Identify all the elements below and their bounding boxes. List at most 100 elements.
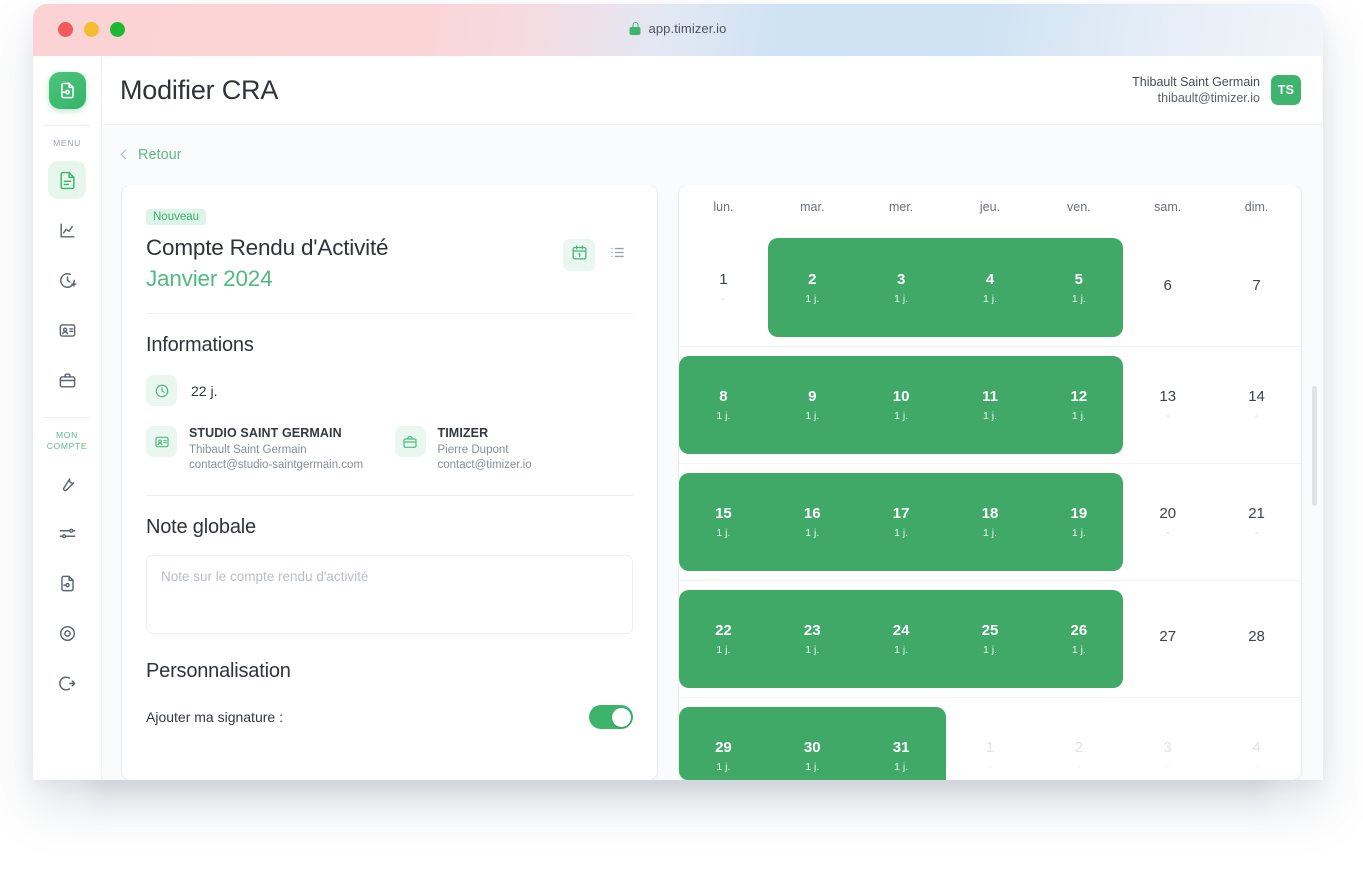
calendar-day-cell[interactable]: 5 1 j. (1034, 229, 1123, 346)
calendar-day-cell[interactable]: 9 1 j. (768, 347, 857, 463)
calendar-day-cell[interactable]: 14 - (1212, 347, 1301, 463)
signature-row: Ajouter ma signature : (146, 705, 633, 729)
contact-company: TIMIZER Pierre Dupont contact@timizer.io (394, 426, 634, 473)
document-icon (58, 171, 77, 190)
calendar-weekday-2: mer. (888, 200, 914, 214)
sidebar-item-deconnexion[interactable] (48, 664, 86, 702)
calendar-day-cell[interactable]: 30 1 j. (768, 698, 857, 780)
calendar-day-cell[interactable]: 1- (679, 229, 768, 346)
calendar-day-cell[interactable]: 1- (946, 698, 1035, 780)
briefcase-icon (394, 426, 426, 457)
calendar-day-cell[interactable]: 4 1 j. (946, 229, 1035, 346)
sidebar-item-statistiques[interactable] (48, 211, 86, 249)
browser-title-bar: app.timizer.io (33, 4, 1323, 56)
sidebar-item-missions[interactable] (48, 361, 86, 399)
calendar-day-number: 20 (1159, 505, 1177, 522)
contact-person: Thibault Saint Germain (189, 444, 307, 456)
minimize-window-button[interactable] (84, 22, 99, 37)
calendar-day-cell[interactable]: 3 1 j. (857, 229, 946, 346)
cra-heading-text: Compte Rendu d'Activité Janvier 2024 (146, 233, 389, 295)
calendar-day-number: 13 (1159, 388, 1177, 405)
maximize-window-button[interactable] (110, 22, 125, 37)
calendar-day-cell[interactable]: 29 1 j. (679, 698, 768, 780)
calendar-day-number: 2 (808, 270, 817, 288)
calendar-day-cell[interactable]: 23 1 j. (768, 581, 857, 697)
wrench-icon (58, 474, 77, 493)
calendar-day-cell[interactable]: 11 1 j. (946, 347, 1035, 463)
calendar-weekday-4: ven. (1067, 200, 1091, 214)
sidebar-item-temps[interactable] (48, 261, 86, 299)
calendar-day-cell[interactable]: 20 - (1123, 464, 1212, 580)
calendar-weekday-5: sam. (1154, 200, 1182, 214)
calendar-day-cell[interactable]: 6 (1123, 229, 1212, 346)
calendar-day-cell[interactable]: 22 1 j. (679, 581, 768, 697)
calendar-day-cell[interactable]: 17 1 j. (857, 464, 946, 580)
calendar-day-cell[interactable]: 2- (1034, 698, 1123, 780)
calendar-day-number: 6 (1163, 276, 1172, 294)
calendar-day-cell[interactable]: 13 - (1123, 347, 1212, 463)
scrollbar-thumb[interactable] (1312, 386, 1317, 506)
view-mode-toggle[interactable] (563, 239, 633, 271)
calendar-day-duration: - (721, 292, 726, 305)
calendar-day-number: 25 (981, 622, 999, 639)
calendar-week-row: 8 1 j. 9 1 j. 10 1 j. 11 1 j. 12 1 j. 13 - 14 - (679, 346, 1301, 463)
calendar-weekday-1: mar. (800, 200, 825, 214)
sidebar-item-cra[interactable] (48, 161, 86, 199)
sidebar-item-preferences[interactable] (48, 514, 86, 552)
calendar-day-duration: 1 j. (982, 527, 997, 539)
avatar[interactable]: TS (1271, 75, 1301, 105)
sidebar-item-clients[interactable] (48, 311, 86, 349)
contact-client-text: STUDIO SAINT GERMAIN Thibault Saint Germ… (189, 426, 363, 473)
calendar-day-cell[interactable]: 10 1 j. (857, 347, 946, 463)
calendar-day-cell[interactable]: 4- (1212, 698, 1301, 780)
calendar-day-cell[interactable]: 15 1 j. (679, 464, 768, 580)
calendar-day-number: 4 (985, 270, 995, 288)
user-menu[interactable]: Thibault Saint Germain thibault@timizer.… (1132, 74, 1301, 106)
calendar-day-cell[interactable]: 19 1 j. (1034, 464, 1123, 580)
sidebar-item-aide[interactable] (48, 614, 86, 652)
calendar-day-cell[interactable]: 27 (1123, 581, 1212, 697)
total-days-row: 22 j. (146, 375, 633, 406)
calendar-day-cell[interactable]: 16 1 j. (768, 464, 857, 580)
calendar-weekday-0: lun. (713, 200, 734, 214)
cra-title: Compte Rendu d'Activité (146, 235, 389, 260)
calendar-day-cell[interactable]: 2 1 j. (768, 229, 857, 346)
list-view-button[interactable] (601, 239, 633, 271)
calendar-day-cell[interactable]: 28 (1212, 581, 1301, 697)
calendar-day-cell[interactable]: 24 1 j. (857, 581, 946, 697)
calendar-day-cell[interactable]: 26 1 j. (1034, 581, 1123, 697)
back-button[interactable]: Retour (120, 147, 182, 163)
sidebar: MENU MON COMPTE (33, 56, 102, 780)
divider-informations (146, 495, 633, 496)
close-window-button[interactable] (58, 22, 73, 37)
contact-company-name: TIMIZER (437, 426, 489, 440)
url-bar[interactable]: app.timizer.io (614, 18, 743, 39)
calendar-day-cell[interactable]: 8 1 j. (679, 347, 768, 463)
calendar-day-number: 28 (1248, 628, 1265, 645)
calendar-day-cell[interactable]: 31 1 j. (857, 698, 946, 780)
calendar-day-duration: 1 j. (805, 292, 820, 305)
calendar-day-duration: - (988, 761, 992, 773)
calendar-day-cell[interactable]: 7 (1212, 229, 1301, 346)
calendar-day-duration: - (1254, 410, 1259, 422)
sidebar-item-documents[interactable] (48, 564, 86, 602)
note-input[interactable]: Note sur le compte rendu d'activité (146, 555, 633, 634)
contact-company-person: Pierre Dupont (437, 444, 509, 456)
chevron-left-icon (120, 149, 131, 160)
calendar-day-cell[interactable]: 18 1 j. (946, 464, 1035, 580)
sidebar-item-parametres[interactable] (48, 464, 86, 502)
sliders-icon (58, 524, 77, 543)
calendar-day-cell[interactable]: 25 1 j. (946, 581, 1035, 697)
app-logo-icon[interactable] (48, 72, 86, 109)
calendar-day-duration: 1 j. (894, 527, 909, 539)
calendar-day-cell[interactable]: 21 - (1212, 464, 1301, 580)
page-scrollbar[interactable] (1312, 56, 1320, 780)
calendar-day-cell[interactable]: 3- (1123, 698, 1212, 780)
window-traffic-lights[interactable] (58, 22, 125, 37)
file-icon (58, 574, 77, 593)
calendar-day-duration: 1 j. (716, 644, 731, 656)
signature-toggle[interactable] (589, 705, 633, 729)
calendar-view-button[interactable] (563, 239, 595, 271)
calendar-day-duration: 1 j. (805, 410, 820, 422)
calendar-day-cell[interactable]: 12 1 j. (1034, 347, 1123, 463)
